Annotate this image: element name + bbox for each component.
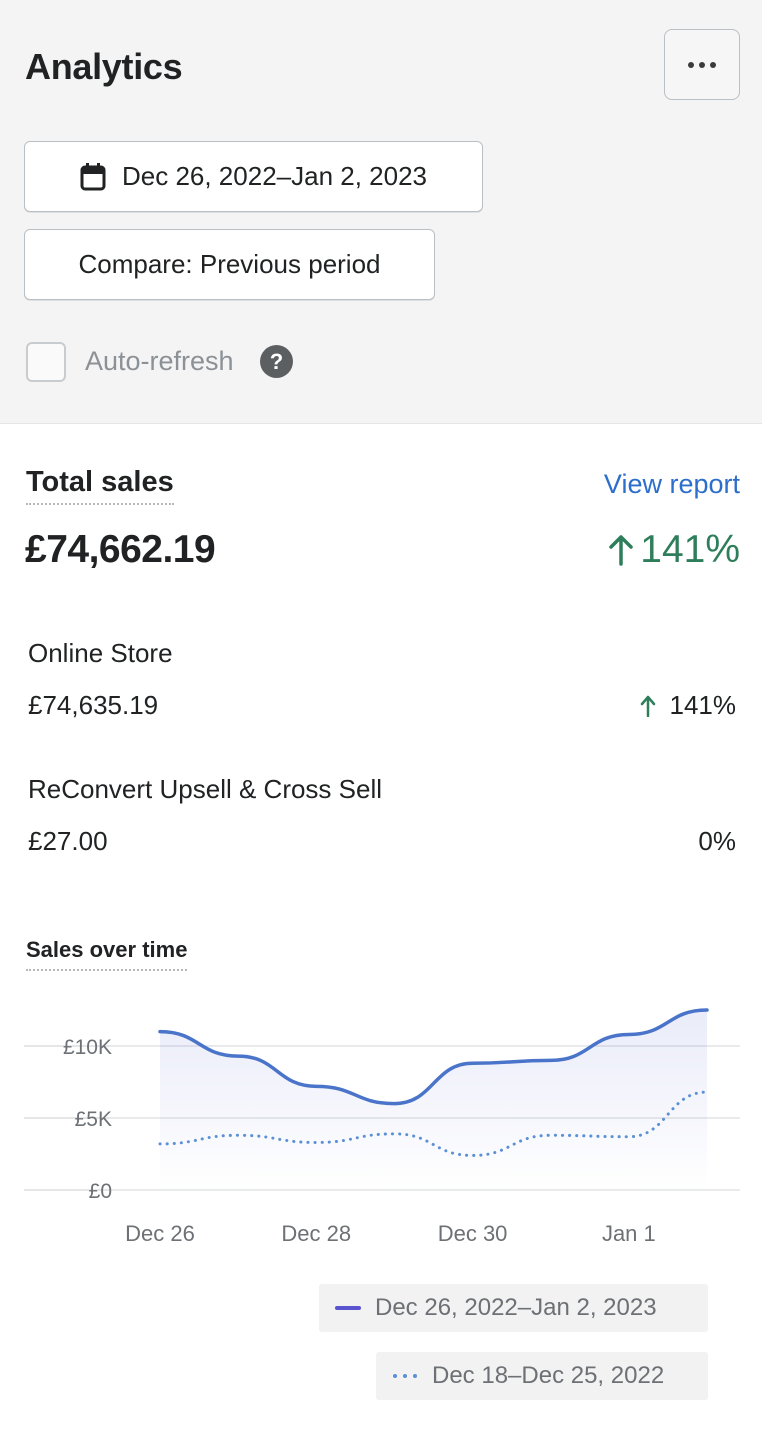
channel-value: £27.00 — [28, 826, 108, 856]
legend-label: Dec 18–Dec 25, 2022 — [432, 1362, 665, 1389]
help-icon[interactable]: ? — [260, 345, 293, 378]
view-report-link[interactable]: View report — [604, 469, 740, 500]
x-tick-label: Dec 28 — [281, 1221, 351, 1246]
dot-icon — [710, 61, 716, 68]
solid-line-swatch-icon — [335, 1305, 361, 1311]
page-title: Analytics — [25, 46, 183, 87]
x-tick-label: Dec 26 — [125, 1221, 195, 1246]
channel-name: Online Store — [28, 638, 173, 668]
dotted-line-swatch-icon — [392, 1373, 418, 1379]
y-tick-label: £5K — [75, 1108, 112, 1131]
channel-change-value: 141% — [669, 690, 737, 720]
channel-change: 0% — [698, 826, 736, 857]
dot-icon — [699, 61, 705, 68]
auto-refresh-label: Auto-refresh — [85, 346, 234, 376]
y-tick-label: £0 — [89, 1180, 112, 1203]
compare-period-button[interactable]: Compare: Previous period — [24, 229, 435, 300]
compare-label: Compare: Previous period — [78, 249, 381, 279]
channel-change-value: 0% — [698, 826, 736, 856]
channel-change: 141% — [640, 690, 737, 721]
date-range-label: Dec 26, 2022–Jan 2, 2023 — [121, 161, 428, 191]
total-sales-change-value: 141% — [640, 528, 740, 571]
x-tick-label: Dec 30 — [438, 1221, 508, 1246]
arrow-up-icon — [609, 535, 633, 566]
chart-title[interactable]: Sales over time — [26, 937, 188, 971]
y-tick-label: £10K — [63, 1036, 112, 1059]
sales-over-time-chart: £0 £5K £10K Dec 26 Dec 28 Dec 30 Jan 1 — [24, 1008, 740, 1246]
total-sales-value: £74,662.19 — [25, 528, 216, 571]
legend-item-previous[interactable]: Dec 18–Dec 25, 2022 — [376, 1352, 708, 1400]
arrow-up-icon — [640, 695, 655, 717]
legend-item-current[interactable]: Dec 26, 2022–Jan 2, 2023 — [319, 1284, 708, 1332]
series-area-current — [160, 1010, 707, 1190]
channel-name: ReConvert Upsell & Cross Sell — [28, 774, 383, 804]
calendar-icon — [80, 162, 106, 191]
total-sales-title[interactable]: Total sales — [26, 466, 174, 505]
analytics-header-panel: Analytics Dec 26, 2022–Jan 2, 2023 Compa… — [0, 0, 762, 424]
dot-icon — [688, 61, 694, 68]
legend-label: Dec 26, 2022–Jan 2, 2023 — [375, 1294, 657, 1321]
date-range-button[interactable]: Dec 26, 2022–Jan 2, 2023 — [24, 141, 483, 212]
x-tick-label: Jan 1 — [602, 1221, 656, 1246]
auto-refresh-checkbox[interactable] — [26, 342, 66, 382]
channel-value: £74,635.19 — [28, 690, 159, 720]
more-actions-button[interactable] — [664, 29, 740, 100]
total-sales-change: 141% — [608, 528, 740, 572]
